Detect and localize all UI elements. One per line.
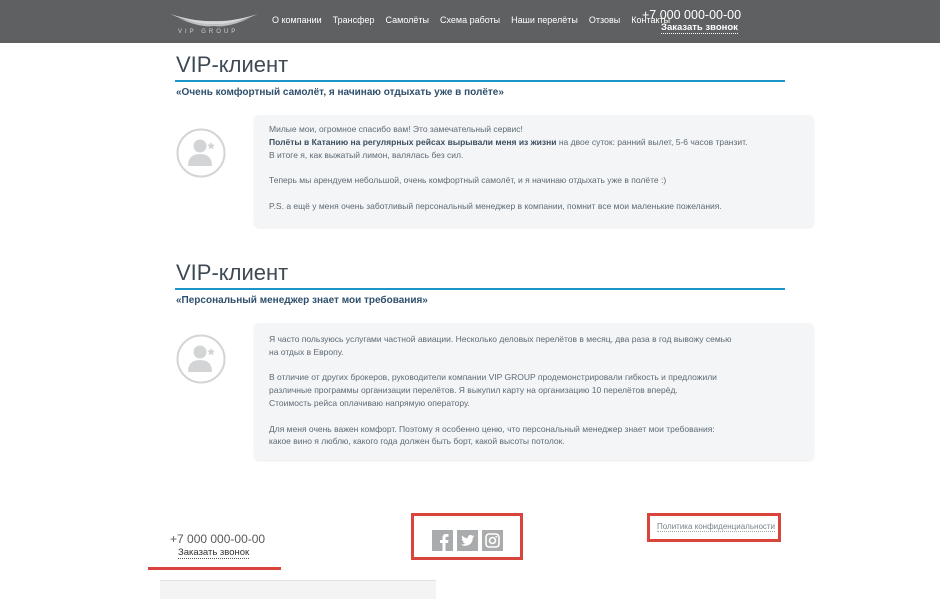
main-nav: О компании Трансфер Самолёты Схема работ… — [272, 15, 681, 25]
footer-callback-link[interactable]: Заказать звонок — [178, 547, 250, 559]
privacy-policy-link[interactable]: Политика конфиденциальности — [657, 522, 776, 532]
review-text: Милые мои, огромное спасибо вам! Это зам… — [269, 124, 523, 134]
review-text: В отличие от других брокеров, руководите… — [269, 372, 717, 383]
social-links-highlight — [411, 513, 523, 560]
review-text: Стоимость рейса оплачиваю напрямую опера… — [269, 397, 470, 408]
nav-transfer[interactable]: Трансфер — [333, 15, 375, 25]
privacy-highlight: Политика конфиденциальности — [647, 513, 781, 542]
footer-panel — [160, 580, 436, 599]
review-text: Я часто пользуюсь услугами частной авиац… — [269, 334, 732, 344]
review-card: Милые мои, огромное спасибо вам! Это зам… — [254, 115, 814, 227]
twitter-icon[interactable] — [457, 530, 478, 551]
review-text: P.S. а ещё у меня очень заботливый персо… — [269, 200, 722, 211]
header-phone[interactable]: +7 000 000-00-00 — [642, 8, 741, 22]
review-card: Я часто пользуюсь услугами частной авиац… — [254, 323, 814, 461]
review-text: на отдых в Европу. — [269, 346, 344, 357]
review-title: VIP-клиент — [176, 260, 289, 285]
nav-reviews[interactable]: Отзовы — [589, 15, 620, 25]
avatar-icon — [176, 334, 226, 384]
avatar-icon — [176, 128, 226, 178]
header-callback-link[interactable]: Заказать звонок — [661, 22, 738, 34]
review-text-bold: Полёты в Катанию на регулярных рейсах вы… — [269, 136, 557, 147]
site-header: VIP GROUP О компании Трансфер Самолёты С… — [0, 0, 940, 43]
review-section: VIP-клиент «Очень комфортный самолёт, я … — [148, 52, 814, 232]
review-text: различные программы организации перелёто… — [269, 385, 678, 396]
nav-scheme[interactable]: Схема работы — [440, 15, 500, 25]
review-text: Теперь мы арендуем небольшой, очень комф… — [269, 175, 667, 186]
review-text: В итоге я, как выжатый лимон, валялась б… — [269, 149, 464, 160]
review-text: какое вино я люблю, какого года должен б… — [269, 436, 565, 447]
nav-planes[interactable]: Самолёты — [386, 15, 429, 25]
divider — [175, 288, 785, 290]
facebook-icon[interactable] — [432, 530, 453, 551]
review-subtitle: «Очень комфортный самолёт, я начинаю отд… — [176, 87, 504, 98]
review-text: на двое суток: ранний вылет, 5-6 часов т… — [556, 136, 748, 147]
instagram-icon[interactable] — [482, 530, 503, 551]
divider — [175, 80, 785, 82]
review-text: Для меня очень важен комфорт. Поэтому я … — [269, 423, 715, 434]
nav-about[interactable]: О компании — [272, 15, 322, 25]
review-text: Полёты в Катанию на регулярных рейсах вы… — [269, 136, 799, 149]
footer-phone[interactable]: +7 000 000-00-00 — [170, 532, 265, 546]
review-title: VIP-клиент — [176, 52, 289, 77]
nav-flights[interactable]: Наши перелёты — [511, 15, 578, 25]
logo-text: VIP GROUP — [178, 29, 239, 35]
highlight-underline — [148, 567, 281, 570]
review-section: VIP-клиент «Персональный менеджер знает … — [148, 260, 814, 470]
review-subtitle: «Персональный менеджер знает мои требова… — [176, 295, 428, 306]
